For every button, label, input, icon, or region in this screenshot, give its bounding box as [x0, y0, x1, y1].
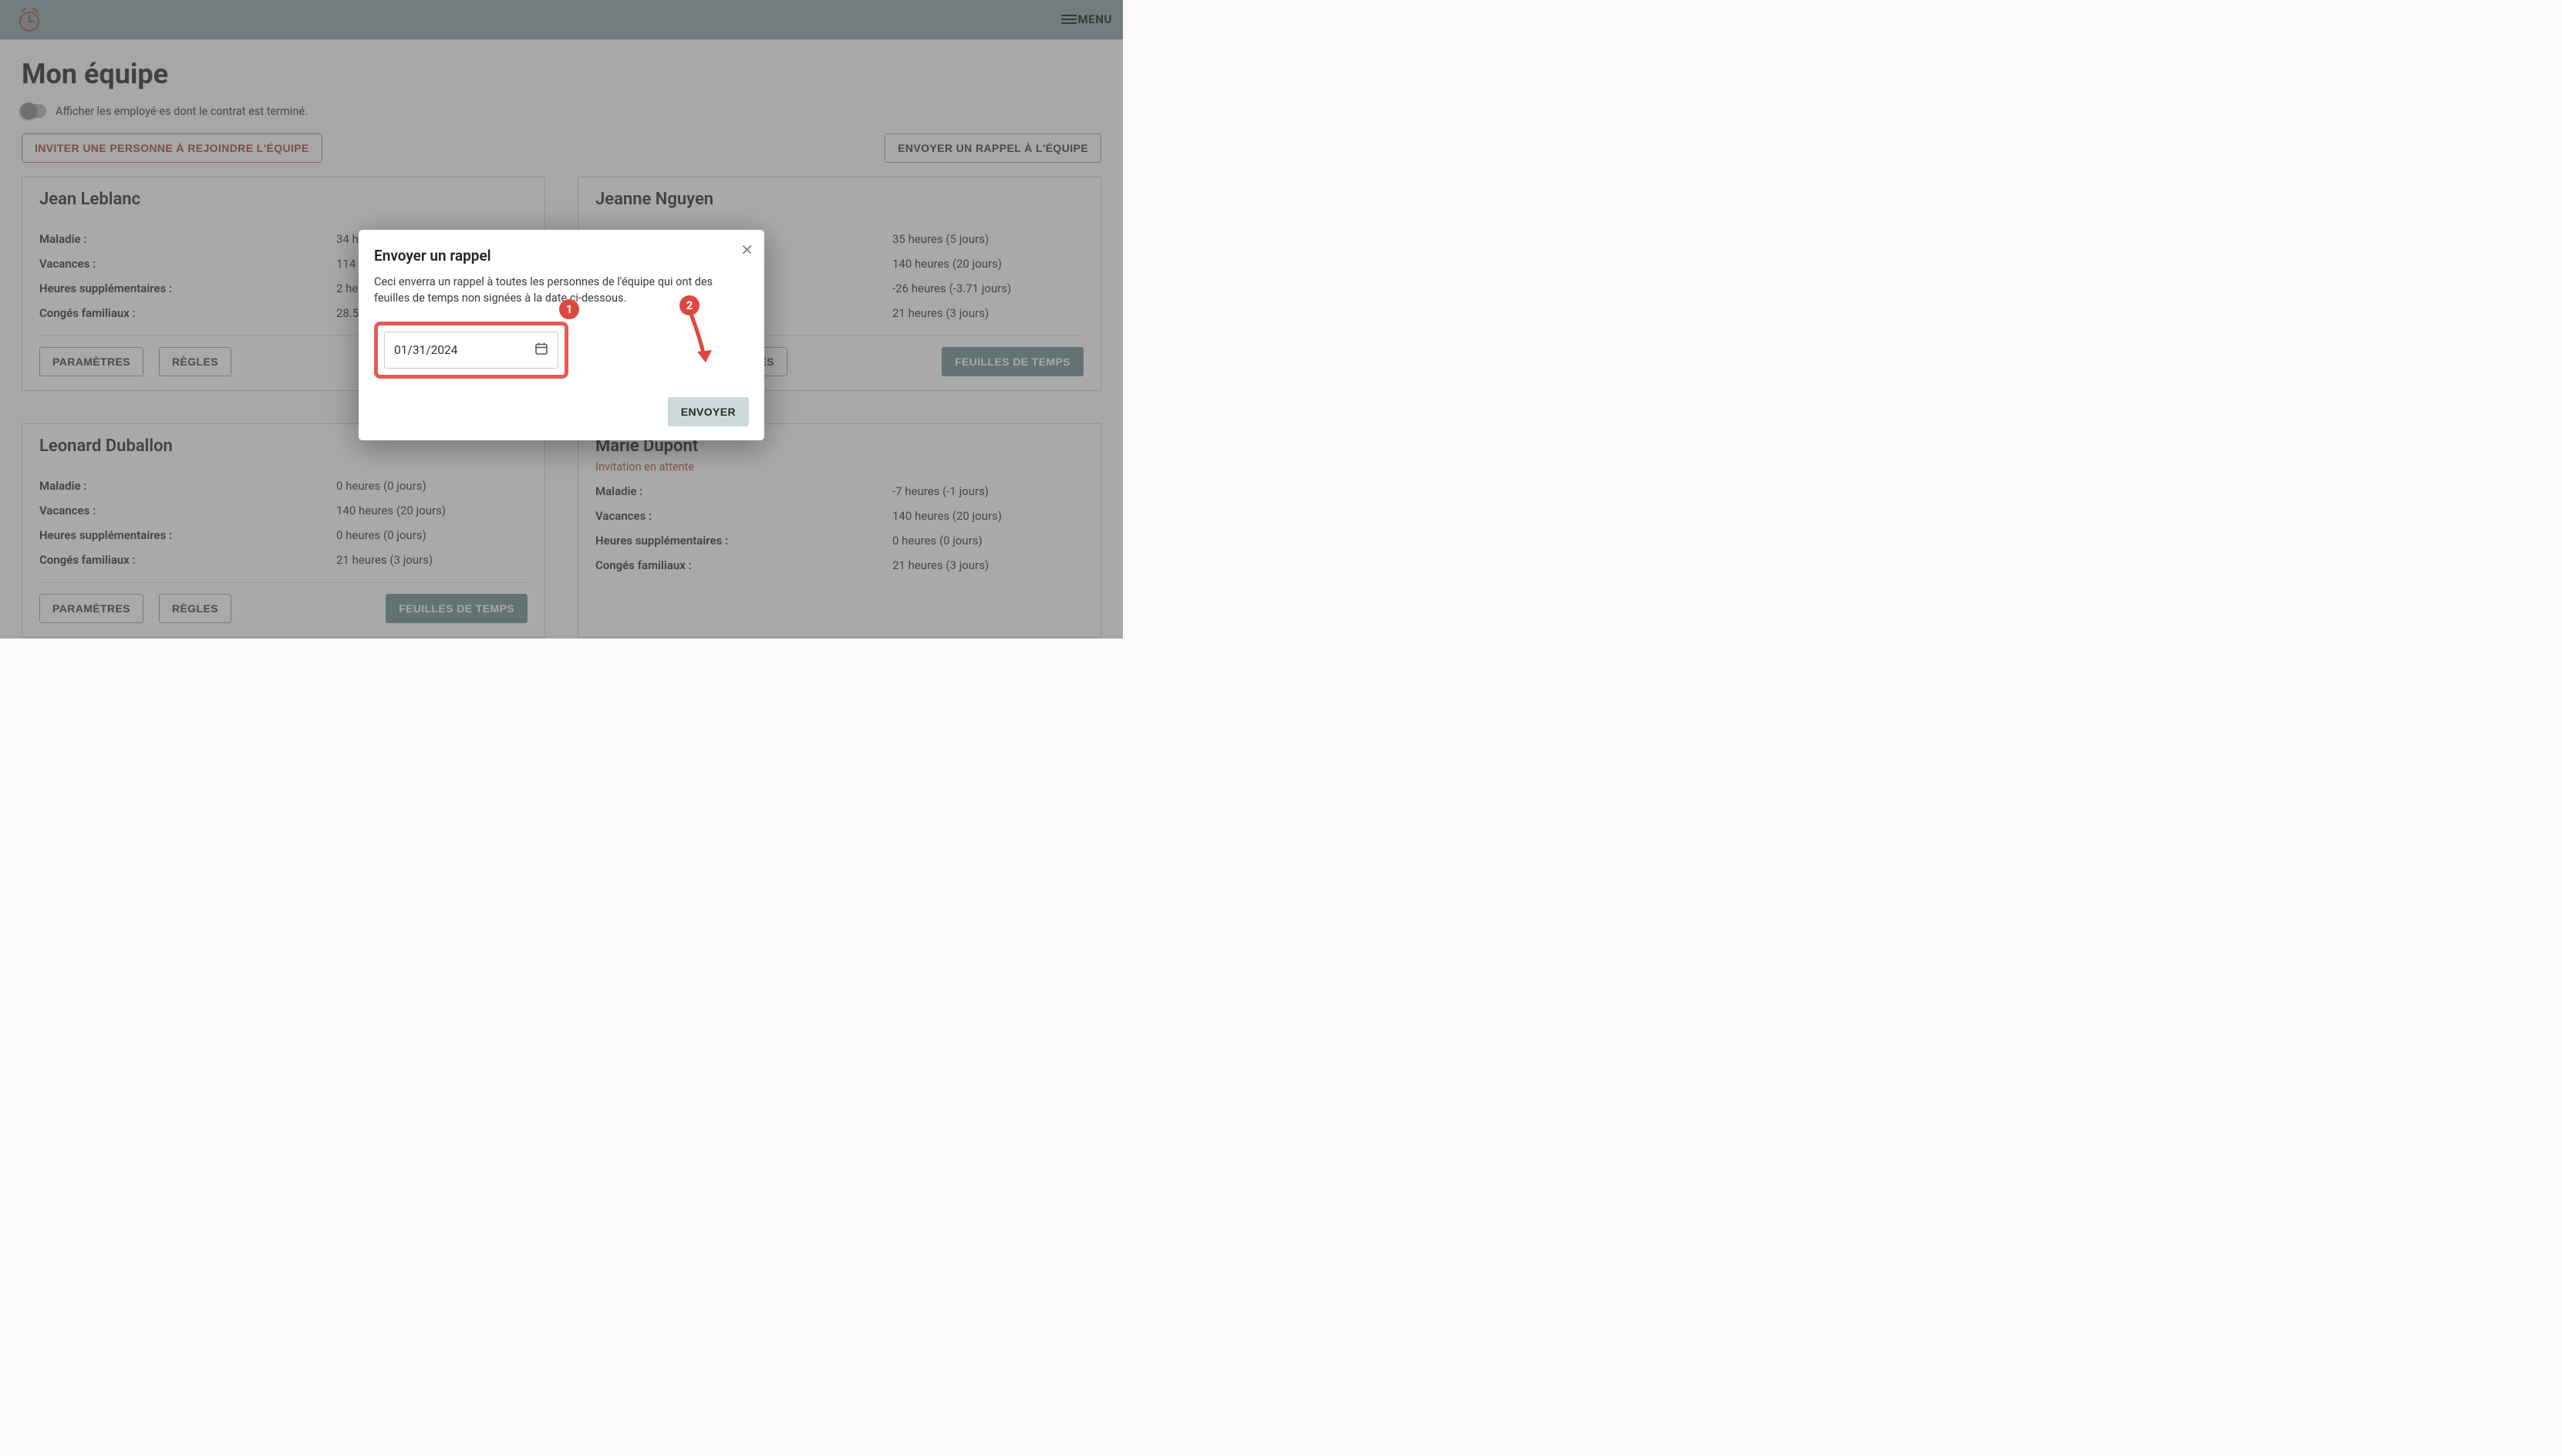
reminder-date-input[interactable]: 01/31/2024: [384, 332, 558, 369]
send-button[interactable]: ENVOYER: [668, 397, 749, 426]
modal-overlay: ✕ Envoyer un rappel Ceci enverra un rapp…: [0, 0, 1123, 639]
annotation-highlight-frame: 01/31/2024: [374, 322, 568, 379]
dialog-title: Envoyer un rappel: [374, 247, 749, 265]
date-input-value: 01/31/2024: [394, 343, 457, 357]
send-reminder-dialog: ✕ Envoyer un rappel Ceci enverra un rapp…: [359, 230, 764, 440]
calendar-icon[interactable]: [534, 342, 548, 359]
close-icon[interactable]: ✕: [740, 242, 753, 258]
annotation-badge-1: 1: [559, 299, 579, 319]
annotation-arrow-icon: [683, 313, 721, 375]
dialog-actions: ENVOYER: [374, 397, 749, 426]
